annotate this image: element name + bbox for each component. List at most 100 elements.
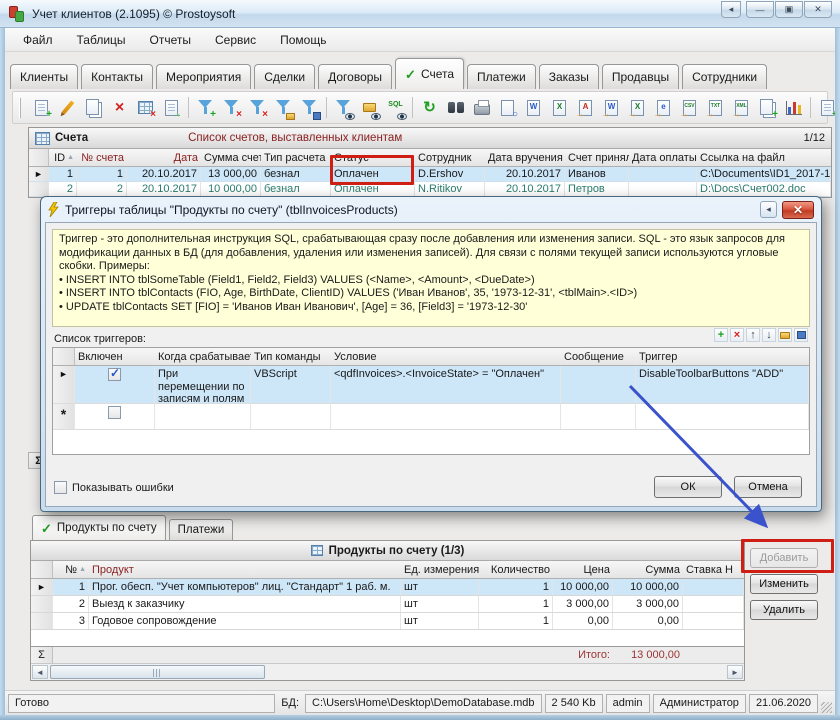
- col-sum[interactable]: Сумма: [613, 561, 683, 578]
- enabled-checkbox[interactable]: [108, 368, 121, 381]
- col-amount[interactable]: Сумма счета: [201, 149, 261, 166]
- copy-table-icon[interactable]: +: [755, 95, 780, 121]
- save-triggers-icon[interactable]: [794, 328, 808, 342]
- open-triggers-icon[interactable]: [778, 328, 792, 342]
- tab-employees[interactable]: Сотрудники: [682, 64, 767, 89]
- menu-service[interactable]: Сервис: [205, 30, 266, 50]
- delete-trigger-icon[interactable]: ×: [730, 328, 744, 342]
- new-trigger-row[interactable]: *: [53, 404, 809, 430]
- move-up-icon[interactable]: ↑: [746, 328, 760, 342]
- tab-contracts[interactable]: Договоры: [318, 64, 392, 89]
- scrollbar-thumb[interactable]: [50, 665, 265, 679]
- col-price[interactable]: Цена: [553, 561, 613, 578]
- move-down-icon[interactable]: ↓: [762, 328, 776, 342]
- subtab-payments[interactable]: Платежи: [169, 519, 234, 540]
- clear-table-icon[interactable]: ×: [133, 95, 158, 121]
- dialog-close-button[interactable]: ✕: [782, 201, 814, 219]
- col-command-type[interactable]: Тип команды: [251, 348, 331, 365]
- add-record-icon[interactable]: +: [29, 95, 54, 121]
- export-excel-icon[interactable]: X→: [625, 95, 650, 121]
- resize-grip[interactable]: [821, 702, 832, 713]
- edit-button[interactable]: Изменить: [750, 574, 818, 594]
- enabled-checkbox[interactable]: [108, 406, 121, 419]
- tab-events[interactable]: Мероприятия: [156, 64, 251, 89]
- export-csv-icon[interactable]: CSV→: [677, 95, 702, 121]
- export-pdf-icon[interactable]: A→: [573, 95, 598, 121]
- col-id[interactable]: ID▲: [49, 149, 77, 166]
- export-word-icon[interactable]: W→: [599, 95, 624, 121]
- table-row[interactable]: ► 1 Прог. обесп. "Учет компьютеров" лиц.…: [31, 579, 744, 596]
- menu-file[interactable]: Файл: [13, 30, 63, 50]
- show-errors-checkbox[interactable]: [54, 481, 67, 494]
- preview-icon[interactable]: ○: [495, 95, 520, 121]
- menu-help[interactable]: Помощь: [270, 30, 336, 50]
- col-vat[interactable]: Ставка Н: [683, 561, 744, 578]
- ok-button[interactable]: ОК: [654, 476, 722, 498]
- filter-add-icon[interactable]: +: [193, 95, 218, 121]
- grouping-view-icon[interactable]: [357, 95, 382, 121]
- sql-view-icon[interactable]: SQL: [383, 95, 408, 121]
- col-employee[interactable]: Сотрудник: [415, 149, 485, 166]
- col-date[interactable]: Дата: [127, 149, 201, 166]
- minimize-button[interactable]: —: [746, 1, 774, 18]
- tab-payments[interactable]: Платежи: [467, 64, 536, 89]
- tab-invoices[interactable]: ✓Счета: [395, 58, 464, 89]
- dialog-collapse-button[interactable]: ◂: [760, 201, 777, 218]
- col-qty[interactable]: Количество: [479, 561, 553, 578]
- table-row[interactable]: 2 Выезд к заказчику шт 1 3 000,00 3 000,…: [31, 596, 744, 613]
- col-product[interactable]: Продукт: [89, 561, 401, 578]
- col-paid-date[interactable]: Дата оплаты: [629, 149, 697, 166]
- print-icon[interactable]: [469, 95, 494, 121]
- tab-clients[interactable]: Клиенты: [10, 64, 78, 89]
- scroll-left-icon[interactable]: ◄: [32, 665, 48, 679]
- col-pay-type[interactable]: Тип расчета: [261, 149, 331, 166]
- close-button[interactable]: ✕: [804, 1, 832, 18]
- col-num[interactable]: №▲: [53, 561, 89, 578]
- delete-record-icon[interactable]: ×: [107, 95, 132, 121]
- cancel-button[interactable]: Отмена: [734, 476, 802, 498]
- tab-deals[interactable]: Сделки: [254, 64, 315, 89]
- refresh-icon[interactable]: ↻: [417, 95, 442, 121]
- edit-record-icon[interactable]: [55, 95, 80, 121]
- filter-open-icon[interactable]: [271, 95, 296, 121]
- col-delivery-date[interactable]: Дата вручения: [485, 149, 565, 166]
- col-trigger[interactable]: Триггер: [636, 348, 809, 365]
- menu-reports[interactable]: Отчеты: [140, 30, 201, 50]
- chart-icon[interactable]: [781, 95, 806, 121]
- filter-delete-icon[interactable]: ×: [219, 95, 244, 121]
- delete-button[interactable]: Удалить: [750, 600, 818, 620]
- horizontal-scrollbar[interactable]: ◄ ►: [31, 663, 744, 680]
- export-html-icon[interactable]: e→: [651, 95, 676, 121]
- export-record-icon[interactable]: →: [159, 95, 184, 121]
- tab-sellers[interactable]: Продавцы: [602, 64, 679, 89]
- tab-contacts[interactable]: Контакты: [81, 64, 153, 89]
- col-accepted-by[interactable]: Счет принял: [565, 149, 629, 166]
- export-txt-icon[interactable]: TXT→: [703, 95, 728, 121]
- scroll-right-icon[interactable]: ►: [727, 665, 743, 679]
- filter-view-icon[interactable]: [331, 95, 356, 121]
- table-row[interactable]: 2 2 20.10.2017 10 000,00 безнал Оплачен …: [29, 182, 831, 197]
- col-condition[interactable]: Условие: [331, 348, 561, 365]
- col-when[interactable]: Когда срабатывает: [155, 348, 251, 365]
- menu-tables[interactable]: Таблицы: [67, 30, 136, 50]
- excel-icon[interactable]: X: [547, 95, 572, 121]
- export-xml-icon[interactable]: XML→: [729, 95, 754, 121]
- col-message[interactable]: Сообщение: [561, 348, 636, 365]
- filter-delete-all-icon[interactable]: ×: [245, 95, 270, 121]
- col-number[interactable]: № счета: [77, 149, 127, 166]
- tab-orders[interactable]: Заказы: [539, 64, 599, 89]
- col-enabled[interactable]: Включен: [75, 348, 155, 365]
- copy-record-icon[interactable]: [81, 95, 106, 121]
- add-trigger-icon[interactable]: +: [714, 328, 728, 342]
- trigger-row[interactable]: ► При перемещении по записям и полям VBS…: [53, 366, 809, 404]
- search-icon[interactable]: [443, 95, 468, 121]
- collapse-window-button[interactable]: ◂: [721, 1, 741, 18]
- table-row[interactable]: ► 1 1 20.10.2017 13 000,00 безнал Оплаче…: [29, 167, 831, 182]
- col-unit[interactable]: Ед. измерения: [401, 561, 479, 578]
- filter-save-icon[interactable]: [297, 95, 322, 121]
- subtab-products[interactable]: ✓Продукты по счету: [32, 515, 166, 540]
- table-row[interactable]: 3 Годовое сопровождение шт 1 0,00 0,00: [31, 613, 744, 630]
- word-icon[interactable]: W: [521, 95, 546, 121]
- col-file-link[interactable]: Ссылка на файл: [697, 149, 831, 166]
- maximize-button[interactable]: ▣: [775, 1, 803, 18]
